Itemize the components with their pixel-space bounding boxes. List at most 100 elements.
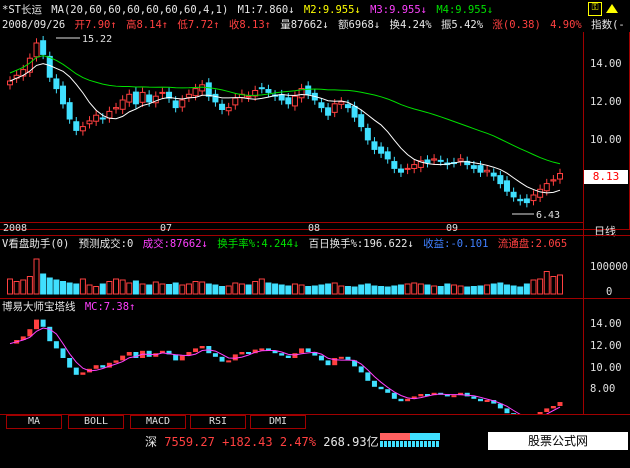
tower-label-10: 10.00: [590, 362, 622, 374]
volume-bar: [33, 258, 40, 295]
volume-bar: [73, 283, 80, 295]
candle-body: [305, 85, 312, 95]
candle-body: [139, 91, 146, 103]
candle-body: [484, 169, 491, 173]
tower-bar: [398, 398, 404, 402]
turnover-rate: 换手率%:4.244↓: [217, 238, 300, 250]
candle-body: [404, 167, 411, 170]
main-chart-svg[interactable]: 15.22 6.43: [0, 32, 583, 222]
volume-bar: [199, 281, 206, 295]
volume-bar: [192, 281, 199, 295]
tower-bar: [418, 394, 424, 397]
price-label-10: 10.00: [590, 134, 622, 146]
candle-body: [371, 141, 378, 150]
tower-bar: [325, 360, 331, 366]
candle-body: [291, 95, 298, 107]
candle-body: [477, 165, 484, 173]
volume-bar: [13, 281, 20, 295]
tower-bar: [285, 355, 291, 358]
ma-m1: M1:7.860↓: [237, 4, 295, 16]
candle-body: [33, 42, 40, 58]
candle-body: [146, 94, 153, 103]
tab-ma[interactable]: MA: [6, 415, 62, 429]
tower-bar: [120, 355, 126, 361]
tab-macd[interactable]: MACD: [130, 415, 186, 429]
volume-bar: [384, 286, 391, 295]
up-arrow-icon[interactable]: [606, 4, 618, 13]
amount-value: 额6968↓: [338, 19, 381, 31]
volume-bar: [225, 285, 232, 295]
tower-bar: [60, 348, 66, 358]
volume-bar: [238, 283, 245, 295]
tower-bar: [212, 353, 218, 357]
market-name: 深: [145, 435, 158, 449]
tower-title[interactable]: 博易大师宝塔线: [2, 301, 76, 313]
index-label: 指数(-: [591, 19, 625, 31]
volume-now: 成交:87662↓: [142, 238, 208, 250]
candle-body: [318, 102, 325, 109]
open-value: 开7.90↑: [74, 19, 117, 31]
tab-dmi[interactable]: DMI: [250, 415, 306, 429]
candle-body: [364, 127, 371, 141]
volume-bar: [159, 283, 166, 295]
volume-title[interactable]: V看盘助手(0): [2, 238, 69, 250]
volume-bar: [510, 285, 517, 295]
volume-bar: [179, 284, 186, 295]
candle-body: [285, 97, 292, 105]
volume-bar: [258, 278, 265, 295]
volume-bar: [66, 282, 73, 295]
volume-bar: [318, 284, 325, 295]
candle-body: [73, 121, 80, 131]
tower-chart-svg[interactable]: [0, 314, 583, 414]
candle-body: [523, 198, 530, 204]
turnover-value: 换4.24%: [389, 19, 432, 31]
close-value: 收8.13↑: [228, 19, 271, 31]
tower-bar: [279, 353, 285, 356]
candle-body: [172, 100, 179, 109]
volume-bar: [166, 284, 173, 295]
candle-body: [232, 97, 239, 106]
candle-body: [543, 183, 550, 192]
volume-bar: [232, 282, 239, 295]
ma-m2: M2:9.955↓: [303, 4, 361, 16]
volume-bar: [457, 285, 464, 295]
candle-body: [338, 101, 345, 105]
market-breadth-bar: [380, 433, 440, 447]
candle-body: [113, 107, 120, 110]
volume-bar: [484, 284, 491, 295]
volume-bar: [93, 286, 100, 295]
volume-bar: [252, 281, 259, 295]
tab-rsi[interactable]: RSI: [190, 415, 246, 429]
volume-bar: [7, 278, 13, 295]
volume-value: 量87662↓: [280, 19, 329, 31]
tower-bar: [113, 360, 119, 363]
lock-icon[interactable]: ⚿: [588, 2, 602, 16]
x-label-2008: 2008: [3, 223, 28, 234]
candle-body: [378, 146, 385, 154]
period-label[interactable]: 日线: [594, 223, 616, 239]
volume-bar: [358, 284, 365, 295]
tower-bar: [226, 360, 232, 363]
volume-label-0: 0: [606, 286, 613, 298]
current-price-badge: 8.13: [584, 170, 628, 184]
tower-bar: [146, 350, 152, 357]
x-label-08: 08: [308, 223, 321, 234]
right-axis-divider: [583, 32, 584, 415]
stock-name[interactable]: *ST长运: [2, 4, 42, 16]
low-value: 低7.72↑: [177, 19, 220, 31]
candle-body: [497, 175, 504, 185]
volume-bar: [523, 283, 530, 295]
date: 2008/09/26: [2, 19, 66, 31]
volume-chart-svg[interactable]: [0, 252, 583, 296]
volume-bar: [530, 279, 537, 295]
volume-bar: [265, 282, 272, 295]
x-axis: [0, 222, 583, 235]
tab-boll[interactable]: BOLL: [68, 415, 124, 429]
candle-body: [212, 93, 219, 103]
ma-green-line: [9, 55, 561, 165]
header-row-2: 2008/09/26 开7.90↑ 高8.14↑ 低7.72↑ 收8.13↑ 量…: [2, 19, 628, 32]
volume-bar: [331, 282, 338, 295]
tower-bar: [451, 395, 457, 398]
status-bar: 深 7559.27 +182.43 2.47% 268.93亿 股票公式网www…: [0, 430, 630, 466]
volume-bar: [464, 286, 471, 295]
